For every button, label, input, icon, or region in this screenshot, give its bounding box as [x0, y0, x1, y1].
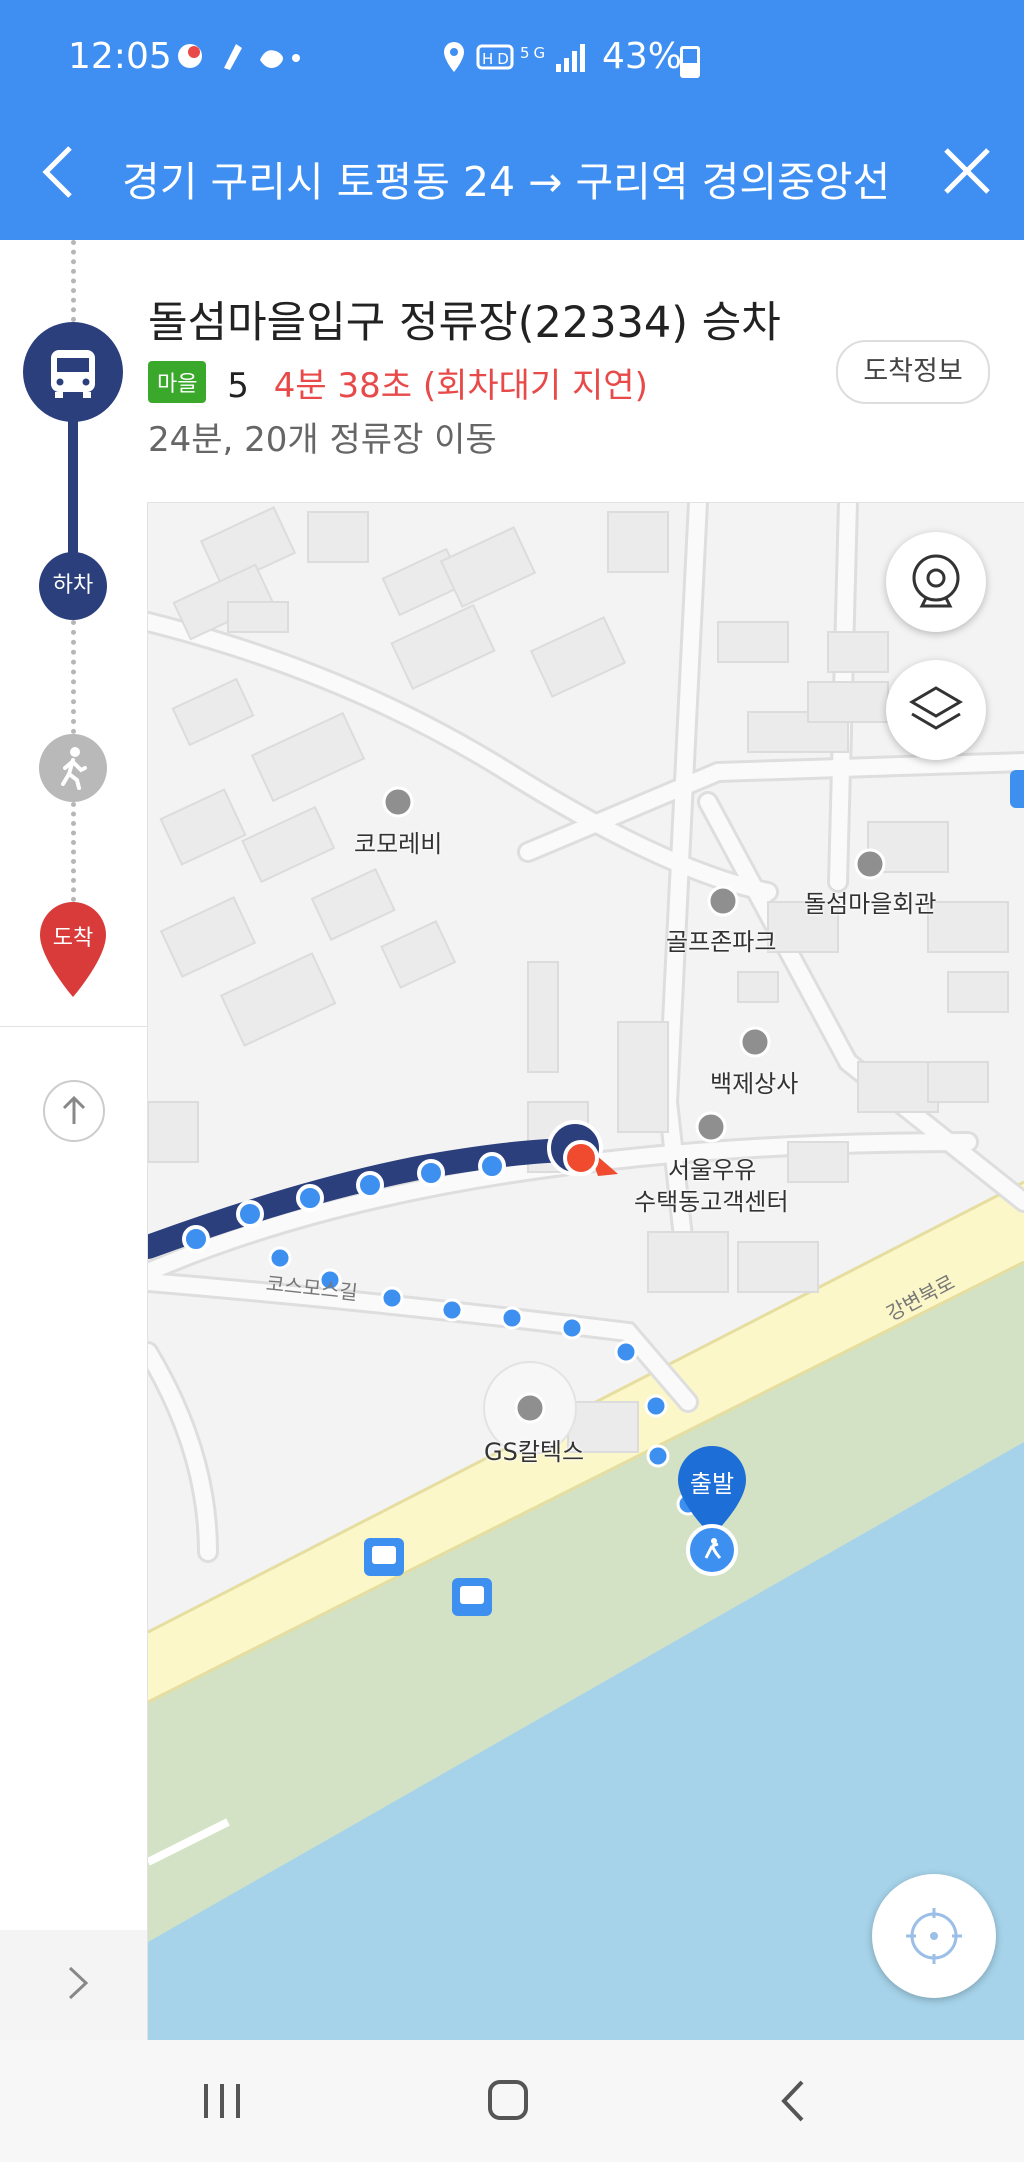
bus-step-marker[interactable] — [23, 322, 123, 422]
svg-text:HD: HD — [482, 50, 513, 68]
map-view[interactable]: 코모레비 골프존파크 돌섬마을회관 백제상사 서울우유 수택동고객센터 GS칼텍… — [148, 502, 1024, 2040]
cctv-icon — [912, 554, 960, 608]
svg-text:5G: 5G — [520, 44, 549, 62]
poi-label[interactable]: 수택동고객센터 — [634, 1182, 789, 1217]
poi-label[interactable]: 골프존파크 — [666, 922, 776, 957]
stop-title: 돌섬마을입구 정류장(22334) 승차 — [148, 298, 781, 348]
start-pin-label: 출발 — [689, 1470, 735, 1498]
timeline-dotted-line — [71, 240, 80, 322]
arrival-marker[interactable]: 도착 — [38, 900, 108, 1000]
bus-eta: 4분 38초 (회차대기 지연) — [273, 366, 648, 406]
route-header: 경기 구리시 토평동 24 → 구리역 경의중앙선 — [0, 140, 1024, 220]
arrow-up-icon — [62, 1095, 86, 1124]
start-pin[interactable]: 출발 — [674, 1442, 754, 1582]
poi-label[interactable]: GS칼텍스 — [484, 1432, 584, 1467]
alight-marker[interactable]: 하차 — [39, 552, 107, 620]
crosshair-icon — [906, 1908, 962, 1964]
cctv-button[interactable] — [886, 532, 986, 632]
map-layers-button[interactable] — [886, 660, 986, 760]
bus-icon — [51, 350, 95, 398]
bus-number: 5 — [227, 366, 249, 406]
poi-label[interactable]: 코모레비 — [354, 824, 442, 859]
layers-icon — [909, 686, 963, 730]
start-pin-icon — [678, 1446, 746, 1576]
timeline-dotted-line — [71, 620, 80, 734]
my-location-button[interactable] — [872, 1874, 996, 1998]
bus-type-badge: 마을 — [148, 361, 207, 403]
timeline-dotted-line — [71, 802, 80, 902]
poi-label[interactable]: 백제상사 — [710, 1064, 798, 1099]
status-bar: 12:05 HD 5G 43% — [0, 30, 1024, 90]
walk-step-marker[interactable] — [39, 734, 107, 802]
route-title: 경기 구리시 토평동 24 → 구리역 경의중앙선 — [122, 158, 891, 206]
home-icon[interactable] — [478, 2076, 538, 2126]
recent-apps-icon[interactable] — [192, 2076, 252, 2126]
scroll-up-button[interactable] — [43, 1080, 105, 1142]
expand-panel — [0, 1930, 148, 2040]
system-nav-bar — [0, 2040, 1024, 2162]
arrival-marker-label: 도착 — [52, 926, 94, 951]
status-time: 12:05 — [68, 36, 172, 77]
timeline-bus-line — [68, 410, 78, 560]
top-bar: 12:05 HD 5G 43% 경기 구리시 토평동 24 → 구리역 경의중앙… — [0, 0, 1024, 240]
back-arrow-icon[interactable] — [30, 140, 90, 200]
arrival-info-button[interactable]: 도착정보 — [836, 340, 990, 404]
system-status-icons: HD 5G — [444, 42, 585, 72]
timeline-divider — [0, 1026, 147, 1027]
system-icons: HD 5G — [440, 38, 596, 86]
chevron-right-icon[interactable] — [58, 1958, 98, 2008]
trip-summary: 24분, 20개 정류장 이동 — [148, 420, 497, 460]
route-timeline: 하차 도착 — [0, 240, 148, 2040]
notification-icons — [172, 38, 302, 86]
battery-percent: 43% — [602, 36, 683, 77]
bus-info: 마을 5 4분 38초 (회차대기 지연) — [148, 358, 648, 407]
walking-icon — [61, 747, 87, 790]
poi-label[interactable]: 돌섬마을회관 — [804, 884, 936, 919]
back-icon[interactable] — [764, 2076, 824, 2126]
notification-app-icons — [178, 44, 300, 70]
battery-icon — [680, 46, 700, 78]
close-icon[interactable] — [940, 144, 994, 198]
route-step-panel: 돌섬마을입구 정류장(22334) 승차 마을 5 4분 38초 (회차대기 지… — [0, 240, 1024, 503]
poi-label[interactable]: 서울우유 — [668, 1150, 756, 1185]
